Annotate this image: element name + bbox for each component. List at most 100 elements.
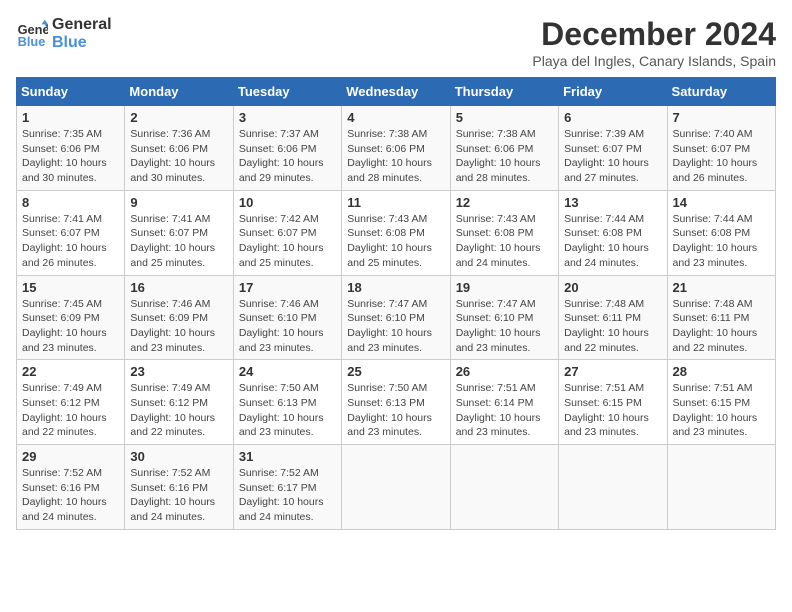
day-info: Sunrise: 7:48 AM Sunset: 6:11 PM Dayligh… [673,297,770,356]
weekday-header: Wednesday [342,78,450,106]
day-number: 9 [130,195,227,210]
day-info: Sunrise: 7:36 AM Sunset: 6:06 PM Dayligh… [130,127,227,186]
day-number: 30 [130,449,227,464]
weekday-header-row: SundayMondayTuesdayWednesdayThursdayFrid… [17,78,776,106]
calendar-week-row: 8Sunrise: 7:41 AM Sunset: 6:07 PM Daylig… [17,190,776,275]
calendar-cell: 13 Sunrise: 7:44 AM Sunset: 6:08 PM Dayli… [559,190,667,275]
calendar-table: SundayMondayTuesdayWednesdayThursdayFrid… [16,77,776,530]
day-info: Sunrise: 7:39 AM Sunset: 6:07 PM Dayligh… [564,127,661,186]
weekday-header: Saturday [667,78,775,106]
day-number: 24 [239,364,336,379]
calendar-cell [450,445,558,530]
main-title: December 2024 [532,16,776,53]
title-area: December 2024 Playa del Ingles, Canary I… [532,16,776,69]
logo-line2: Blue [52,34,112,52]
day-number: 11 [347,195,444,210]
calendar-cell: 4 Sunrise: 7:38 AM Sunset: 6:06 PM Daylig… [342,106,450,191]
weekday-header: Tuesday [233,78,341,106]
day-info: Sunrise: 7:50 AM Sunset: 6:13 PM Dayligh… [239,381,336,440]
calendar-cell: 21 Sunrise: 7:48 AM Sunset: 6:11 PM Dayli… [667,275,775,360]
day-number: 20 [564,280,661,295]
day-info: Sunrise: 7:35 AM Sunset: 6:06 PM Dayligh… [22,127,119,186]
day-info: Sunrise: 7:44 AM Sunset: 6:08 PM Dayligh… [564,212,661,271]
day-info: Sunrise: 7:38 AM Sunset: 6:06 PM Dayligh… [347,127,444,186]
day-info: Sunrise: 7:51 AM Sunset: 6:15 PM Dayligh… [673,381,770,440]
day-info: Sunrise: 7:38 AM Sunset: 6:06 PM Dayligh… [456,127,553,186]
day-number: 14 [673,195,770,210]
day-info: Sunrise: 7:46 AM Sunset: 6:09 PM Dayligh… [130,297,227,356]
day-info: Sunrise: 7:52 AM Sunset: 6:17 PM Dayligh… [239,466,336,525]
calendar-cell: 14 Sunrise: 7:44 AM Sunset: 6:08 PM Dayli… [667,190,775,275]
day-number: 26 [456,364,553,379]
calendar-cell: 16 Sunrise: 7:46 AM Sunset: 6:09 PM Dayli… [125,275,233,360]
logo-line1: General [52,16,112,34]
calendar-cell: 1 Sunrise: 7:35 AM Sunset: 6:06 PM Daylig… [17,106,125,191]
calendar-week-row: 1 Sunrise: 7:35 AM Sunset: 6:06 PM Daylig… [17,106,776,191]
calendar-cell: 9Sunrise: 7:41 AM Sunset: 6:07 PM Daylig… [125,190,233,275]
weekday-header: Monday [125,78,233,106]
calendar-cell: 18Sunrise: 7:47 AM Sunset: 6:10 PM Dayli… [342,275,450,360]
calendar-cell [342,445,450,530]
calendar-cell: 11 Sunrise: 7:43 AM Sunset: 6:08 PM Dayli… [342,190,450,275]
calendar-week-row: 15Sunrise: 7:45 AM Sunset: 6:09 PM Dayli… [17,275,776,360]
day-number: 13 [564,195,661,210]
day-number: 19 [456,280,553,295]
calendar-cell: 8Sunrise: 7:41 AM Sunset: 6:07 PM Daylig… [17,190,125,275]
day-number: 5 [456,110,553,125]
day-number: 31 [239,449,336,464]
day-number: 16 [130,280,227,295]
day-number: 15 [22,280,119,295]
day-number: 17 [239,280,336,295]
weekday-header: Friday [559,78,667,106]
weekday-header: Thursday [450,78,558,106]
day-info: Sunrise: 7:49 AM Sunset: 6:12 PM Dayligh… [130,381,227,440]
day-number: 23 [130,364,227,379]
day-info: Sunrise: 7:51 AM Sunset: 6:15 PM Dayligh… [564,381,661,440]
day-number: 21 [673,280,770,295]
day-info: Sunrise: 7:51 AM Sunset: 6:14 PM Dayligh… [456,381,553,440]
calendar-cell: 30 Sunrise: 7:52 AM Sunset: 6:16 PM Dayli… [125,445,233,530]
calendar-cell: 15Sunrise: 7:45 AM Sunset: 6:09 PM Dayli… [17,275,125,360]
day-number: 27 [564,364,661,379]
calendar-cell: 31 Sunrise: 7:52 AM Sunset: 6:17 PM Dayli… [233,445,341,530]
day-number: 7 [673,110,770,125]
day-number: 22 [22,364,119,379]
logo: General Blue General Blue [16,16,112,51]
day-number: 25 [347,364,444,379]
day-number: 6 [564,110,661,125]
calendar-cell: 10 Sunrise: 7:42 AM Sunset: 6:07 PM Dayli… [233,190,341,275]
calendar-cell: 24 Sunrise: 7:50 AM Sunset: 6:13 PM Dayli… [233,360,341,445]
day-info: Sunrise: 7:44 AM Sunset: 6:08 PM Dayligh… [673,212,770,271]
day-info: Sunrise: 7:41 AM Sunset: 6:07 PM Dayligh… [22,212,119,271]
calendar-cell: 20Sunrise: 7:48 AM Sunset: 6:11 PM Dayli… [559,275,667,360]
calendar-cell: 22Sunrise: 7:49 AM Sunset: 6:12 PM Dayli… [17,360,125,445]
calendar-cell: 23 Sunrise: 7:49 AM Sunset: 6:12 PM Dayli… [125,360,233,445]
day-number: 29 [22,449,119,464]
calendar-cell: 3Sunrise: 7:37 AM Sunset: 6:06 PM Daylig… [233,106,341,191]
calendar-cell [667,445,775,530]
day-info: Sunrise: 7:42 AM Sunset: 6:07 PM Dayligh… [239,212,336,271]
day-info: Sunrise: 7:40 AM Sunset: 6:07 PM Dayligh… [673,127,770,186]
page-header: General Blue General Blue December 2024 … [16,16,776,69]
day-number: 1 [22,110,119,125]
weekday-header: Sunday [17,78,125,106]
day-number: 28 [673,364,770,379]
svg-text:Blue: Blue [18,34,46,49]
day-info: Sunrise: 7:52 AM Sunset: 6:16 PM Dayligh… [22,466,119,525]
day-number: 12 [456,195,553,210]
calendar-cell: 7 Sunrise: 7:40 AM Sunset: 6:07 PM Daylig… [667,106,775,191]
calendar-cell: 17 Sunrise: 7:46 AM Sunset: 6:10 PM Dayli… [233,275,341,360]
day-info: Sunrise: 7:37 AM Sunset: 6:06 PM Dayligh… [239,127,336,186]
calendar-cell: 2Sunrise: 7:36 AM Sunset: 6:06 PM Daylig… [125,106,233,191]
day-info: Sunrise: 7:46 AM Sunset: 6:10 PM Dayligh… [239,297,336,356]
calendar-cell: 28 Sunrise: 7:51 AM Sunset: 6:15 PM Dayli… [667,360,775,445]
day-info: Sunrise: 7:43 AM Sunset: 6:08 PM Dayligh… [347,212,444,271]
day-number: 10 [239,195,336,210]
day-info: Sunrise: 7:47 AM Sunset: 6:10 PM Dayligh… [456,297,553,356]
calendar-cell: 26 Sunrise: 7:51 AM Sunset: 6:14 PM Dayli… [450,360,558,445]
calendar-cell: 19 Sunrise: 7:47 AM Sunset: 6:10 PM Dayli… [450,275,558,360]
day-info: Sunrise: 7:50 AM Sunset: 6:13 PM Dayligh… [347,381,444,440]
day-number: 4 [347,110,444,125]
day-info: Sunrise: 7:52 AM Sunset: 6:16 PM Dayligh… [130,466,227,525]
calendar-cell: 6 Sunrise: 7:39 AM Sunset: 6:07 PM Daylig… [559,106,667,191]
